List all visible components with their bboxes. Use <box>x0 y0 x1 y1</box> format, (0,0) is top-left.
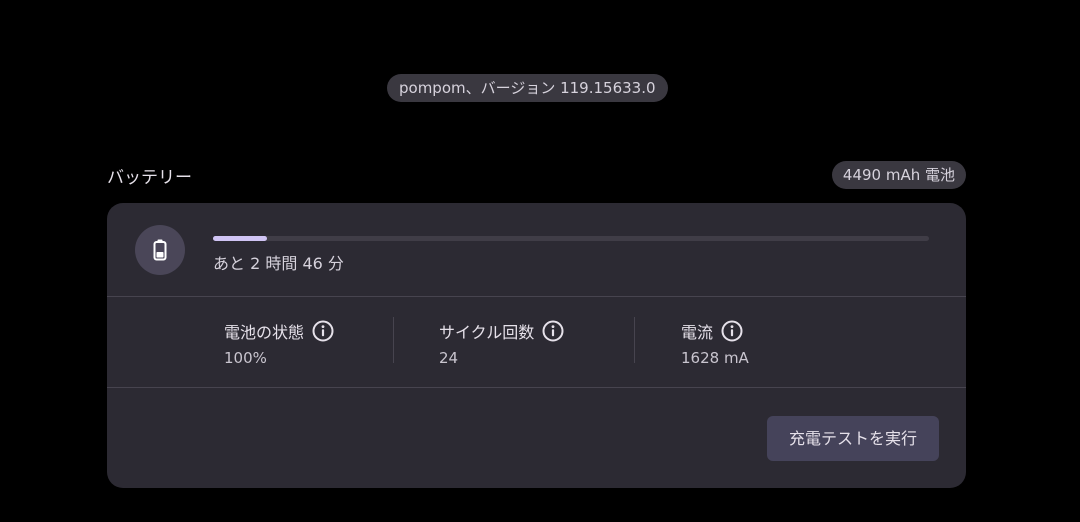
battery-capacity-chip: 4490 mAh 電池 <box>831 161 966 189</box>
cycle-count-info-icon[interactable] <box>542 320 564 342</box>
battery-health-info-icon[interactable] <box>312 320 334 342</box>
version-text: pompom、バージョン 119.15633.0 <box>399 79 656 97</box>
battery-stats-row: 電池の状態 100% サイクル回数 24 電流 1628 mA <box>107 297 966 387</box>
stat-current-label: 電流 <box>681 323 714 342</box>
stat-separator <box>634 317 635 363</box>
diagnostics-page: pompom、バージョン 119.15633.0 バッテリー 4490 mAh … <box>0 0 1080 522</box>
current-info-icon[interactable] <box>721 320 743 342</box>
stat-cycle-count-label: サイクル回数 <box>439 323 535 342</box>
battery-glyph <box>153 239 167 261</box>
stat-battery-health-label: 電池の状態 <box>224 323 305 342</box>
stat-cycle-count: サイクル回数 24 <box>439 319 564 367</box>
stat-cycle-count-value: 24 <box>439 349 459 367</box>
battery-capacity-text: 4490 mAh 電池 <box>842 166 955 184</box>
stats-row-divider <box>107 387 966 388</box>
stat-separator <box>393 317 394 363</box>
stat-current: 電流 1628 mA <box>681 319 749 367</box>
battery-progress-fill <box>213 236 267 241</box>
battery-progress-bar <box>213 236 929 241</box>
stat-battery-health-value: 100% <box>224 349 267 367</box>
battery-remaining-time: あと 2 時間 46 分 <box>213 254 344 273</box>
battery-status-row: あと 2 時間 46 分 <box>107 203 966 296</box>
stat-battery-health: 電池の状態 100% <box>224 319 334 367</box>
battery-section-title: バッテリー <box>107 168 192 188</box>
version-chip: pompom、バージョン 119.15633.0 <box>387 74 668 102</box>
run-charge-test-button[interactable]: 充電テストを実行 <box>766 416 939 461</box>
battery-card: あと 2 時間 46 分 電池の状態 100% サイクル回数 24 電流 162… <box>107 203 966 488</box>
stat-current-value: 1628 mA <box>681 349 749 367</box>
battery-icon <box>135 225 185 275</box>
